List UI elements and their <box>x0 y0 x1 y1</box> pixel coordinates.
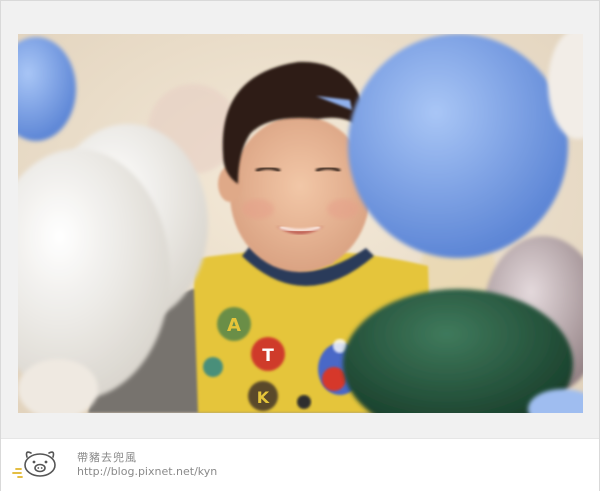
photo-frame: A T K <box>0 0 600 491</box>
blog-url[interactable]: http://blog.pixnet.net/kyn <box>77 465 217 478</box>
pig-logo-icon <box>12 451 56 478</box>
blog-footer: 帶豬去兜風 http://blog.pixnet.net/kyn <box>1 438 599 491</box>
shirt-letter-a: A <box>227 315 241 336</box>
blog-title: 帶豬去兜風 <box>77 451 137 464</box>
photo: A T K <box>18 34 583 413</box>
shirt-letter-t: T <box>262 346 274 366</box>
shirt-letter-k: K <box>257 388 270 407</box>
photo-illustration: A T K <box>18 34 583 413</box>
